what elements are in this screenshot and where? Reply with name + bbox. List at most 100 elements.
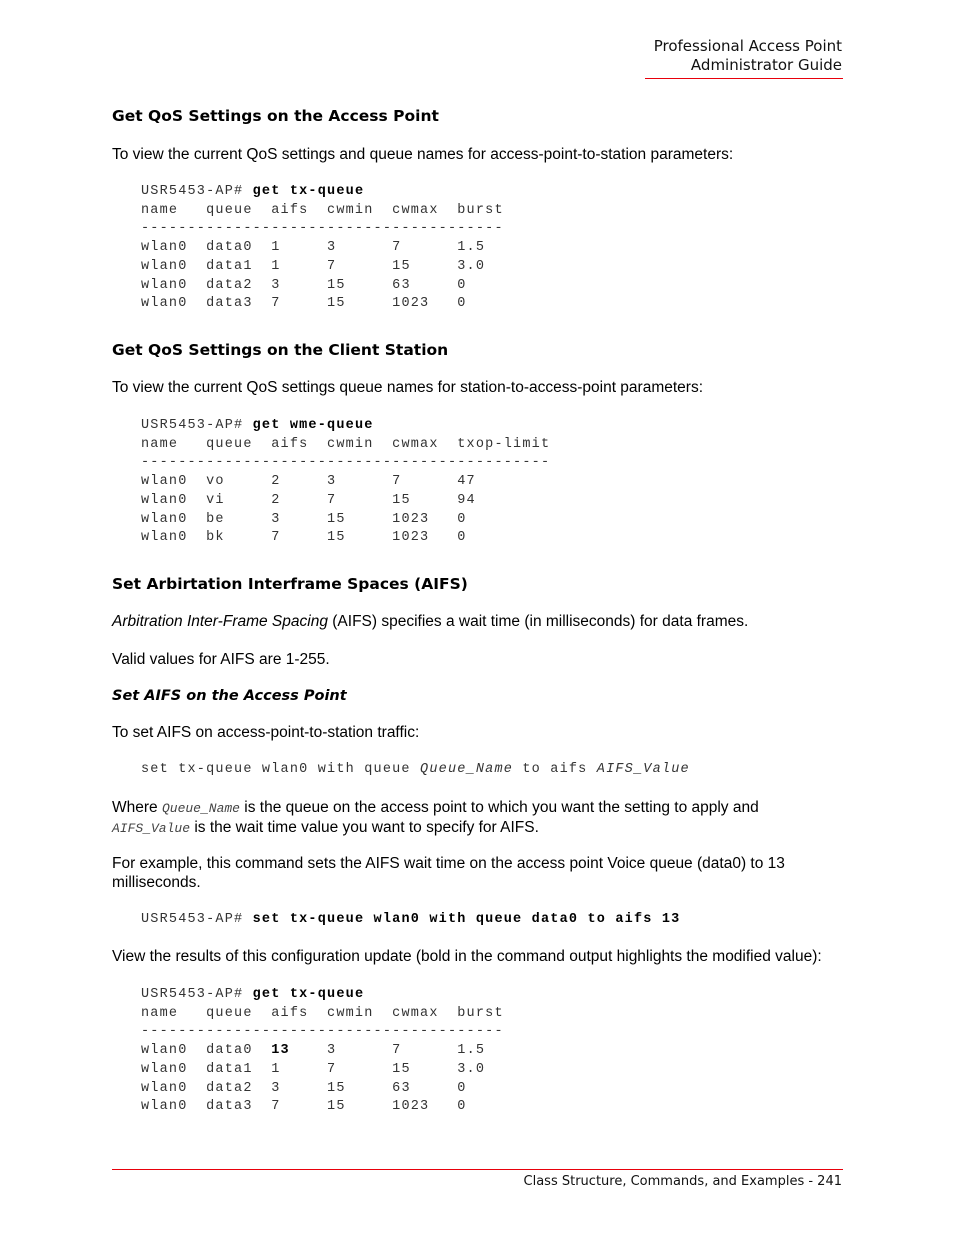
- table-cell: 3.0: [457, 258, 486, 274]
- column-header: aifs: [271, 436, 328, 452]
- table-cell: wlan0: [141, 240, 207, 256]
- command-line: USR5453-AP# set tx-queue wlan0 with queu…: [141, 911, 681, 930]
- command: set tx-queue wlan0 with queue data0 to a…: [252, 912, 681, 927]
- table-cell: 7: [271, 1099, 328, 1115]
- table-cell: data2: [206, 1080, 272, 1096]
- table-row: wlan0 data3 7 15 1023 0: [141, 295, 504, 314]
- where-text: is the queue on the access point to whic…: [239, 799, 759, 816]
- var-aifs-value: AIFS_Value: [112, 821, 191, 836]
- table-cell: 1023: [392, 530, 458, 546]
- table-row: wlan0 data2 3 15 63 0: [141, 277, 504, 296]
- aifs-valid-values: Valid values for AIFS are 1-255.: [112, 651, 330, 668]
- column-header: txop-limit: [457, 436, 551, 452]
- table-cell: vo: [206, 474, 272, 490]
- table-row: wlan0 bk 7 15 1023 0: [141, 529, 550, 548]
- column-header: name: [141, 1005, 207, 1021]
- ap-intro: To view the current QoS settings and que…: [112, 146, 734, 163]
- table-cell: wlan0: [141, 277, 207, 293]
- column-header: queue: [206, 1005, 272, 1021]
- table-cell: 3: [327, 1043, 393, 1059]
- prompt: USR5453-AP#: [141, 987, 253, 1002]
- table-cell: wlan0: [141, 1099, 207, 1115]
- where-explanation: Where Queue_Name is the queue on the acc…: [112, 798, 842, 838]
- table-header: name queue aifs cwmin cwmax burst: [141, 1005, 504, 1024]
- separator: ---------------------------------------: [141, 1024, 504, 1040]
- table-row: wlan0 vo 2 3 7 47: [141, 473, 550, 492]
- table-cell: 7: [327, 492, 393, 508]
- table-cell: data1: [206, 1061, 272, 1077]
- table-cell: wlan0: [141, 258, 207, 274]
- table-cell: 7: [392, 240, 458, 256]
- section-heading-client: Get QoS Settings on the Client Station: [112, 341, 449, 359]
- table-cell: vi: [206, 492, 272, 508]
- table-cell: 7: [392, 474, 458, 490]
- table-cell: 63: [392, 277, 458, 293]
- command-line: USR5453-AP# get wme-queue: [141, 417, 550, 436]
- column-header: cwmax: [392, 202, 458, 218]
- code-block: USR5453-AP# set tx-queue wlan0 with queu…: [141, 911, 681, 930]
- aifs-term: Arbitration Inter-Frame Spacing: [112, 613, 328, 630]
- table-cell: 7: [271, 530, 328, 546]
- table-cell: wlan0: [141, 530, 207, 546]
- section-heading-ap: Get QoS Settings on the Access Point: [112, 107, 439, 125]
- table-cell: data0: [206, 240, 272, 256]
- column-header: aifs: [271, 1005, 328, 1021]
- syntax-text: set tx-queue wlan0 with queue: [141, 762, 421, 777]
- column-header: aifs: [271, 202, 328, 218]
- table-cell: 15: [327, 296, 393, 312]
- table-cell: 15: [392, 258, 458, 274]
- prompt: USR5453-AP#: [141, 184, 253, 199]
- table-cell: 2: [271, 492, 328, 508]
- where-text: Where: [112, 799, 162, 816]
- table-cell: 94: [457, 492, 476, 508]
- table-cell: 3.0: [457, 1061, 486, 1077]
- table-cell: 1.5: [457, 240, 486, 256]
- table-cell: wlan0: [141, 1043, 207, 1059]
- column-header: name: [141, 202, 207, 218]
- table-cell: 15: [327, 530, 393, 546]
- table-cell: 0: [457, 277, 467, 293]
- footer-divider: [112, 1169, 843, 1170]
- table-cell: 7: [271, 296, 328, 312]
- table-cell: 1: [271, 240, 328, 256]
- set-aifs-intro: To set AIFS on access-point-to-station t…: [112, 724, 420, 741]
- table-row: wlan0 data2 3 15 63 0: [141, 1080, 504, 1099]
- footer-text: Class Structure, Commands, and Examples …: [523, 1174, 842, 1189]
- where-text: is the wait time value you want to speci…: [190, 819, 539, 836]
- table-cell: 0: [457, 530, 467, 546]
- table-cell: 0: [457, 511, 467, 527]
- separator: ---------------------------------------: [141, 221, 504, 237]
- prompt: USR5453-AP#: [141, 418, 253, 433]
- client-intro: To view the current QoS settings queue n…: [112, 379, 704, 396]
- table-header: name queue aifs cwmin cwmax txop-limit: [141, 436, 550, 455]
- table-cell: 3: [271, 1080, 328, 1096]
- table-cell: wlan0: [141, 492, 207, 508]
- table-cell: 2: [271, 474, 328, 490]
- table-cell: data3: [206, 1099, 272, 1115]
- table-cell: 1023: [392, 1099, 458, 1115]
- cell-padding: [290, 1043, 327, 1058]
- prompt: USR5453-AP#: [141, 912, 253, 927]
- header-line-2: Administrator Guide: [690, 56, 842, 74]
- header-title: Professional Access Point Administrator …: [654, 37, 842, 75]
- table-cell: 63: [392, 1080, 458, 1096]
- table-cell: 7: [392, 1043, 458, 1059]
- table-cell: wlan0: [141, 1080, 207, 1096]
- results-text: View the results of this configuration u…: [112, 948, 822, 965]
- table-cell: 15: [392, 1061, 458, 1077]
- code-block: USR5453-AP# get wme-queue name queue aifs…: [141, 417, 550, 548]
- aifs-description-text: (AIFS) specifies a wait time (in millise…: [327, 613, 749, 630]
- table-cell: bk: [206, 530, 272, 546]
- command-line: USR5453-AP# get tx-queue: [141, 986, 504, 1005]
- column-header: cwmin: [327, 1005, 393, 1021]
- column-header: cwmin: [327, 436, 393, 452]
- column-header: burst: [457, 1005, 504, 1021]
- table-cell: 47: [457, 474, 476, 490]
- column-header: burst: [457, 202, 504, 218]
- column-header: queue: [206, 436, 272, 452]
- table-cell: 15: [327, 1099, 393, 1115]
- table-cell: be: [206, 511, 272, 527]
- column-header: name: [141, 436, 207, 452]
- table-cell: data2: [206, 277, 272, 293]
- aifs-description: Arbitration Inter-Frame Spacing (AIFS) s…: [112, 612, 842, 631]
